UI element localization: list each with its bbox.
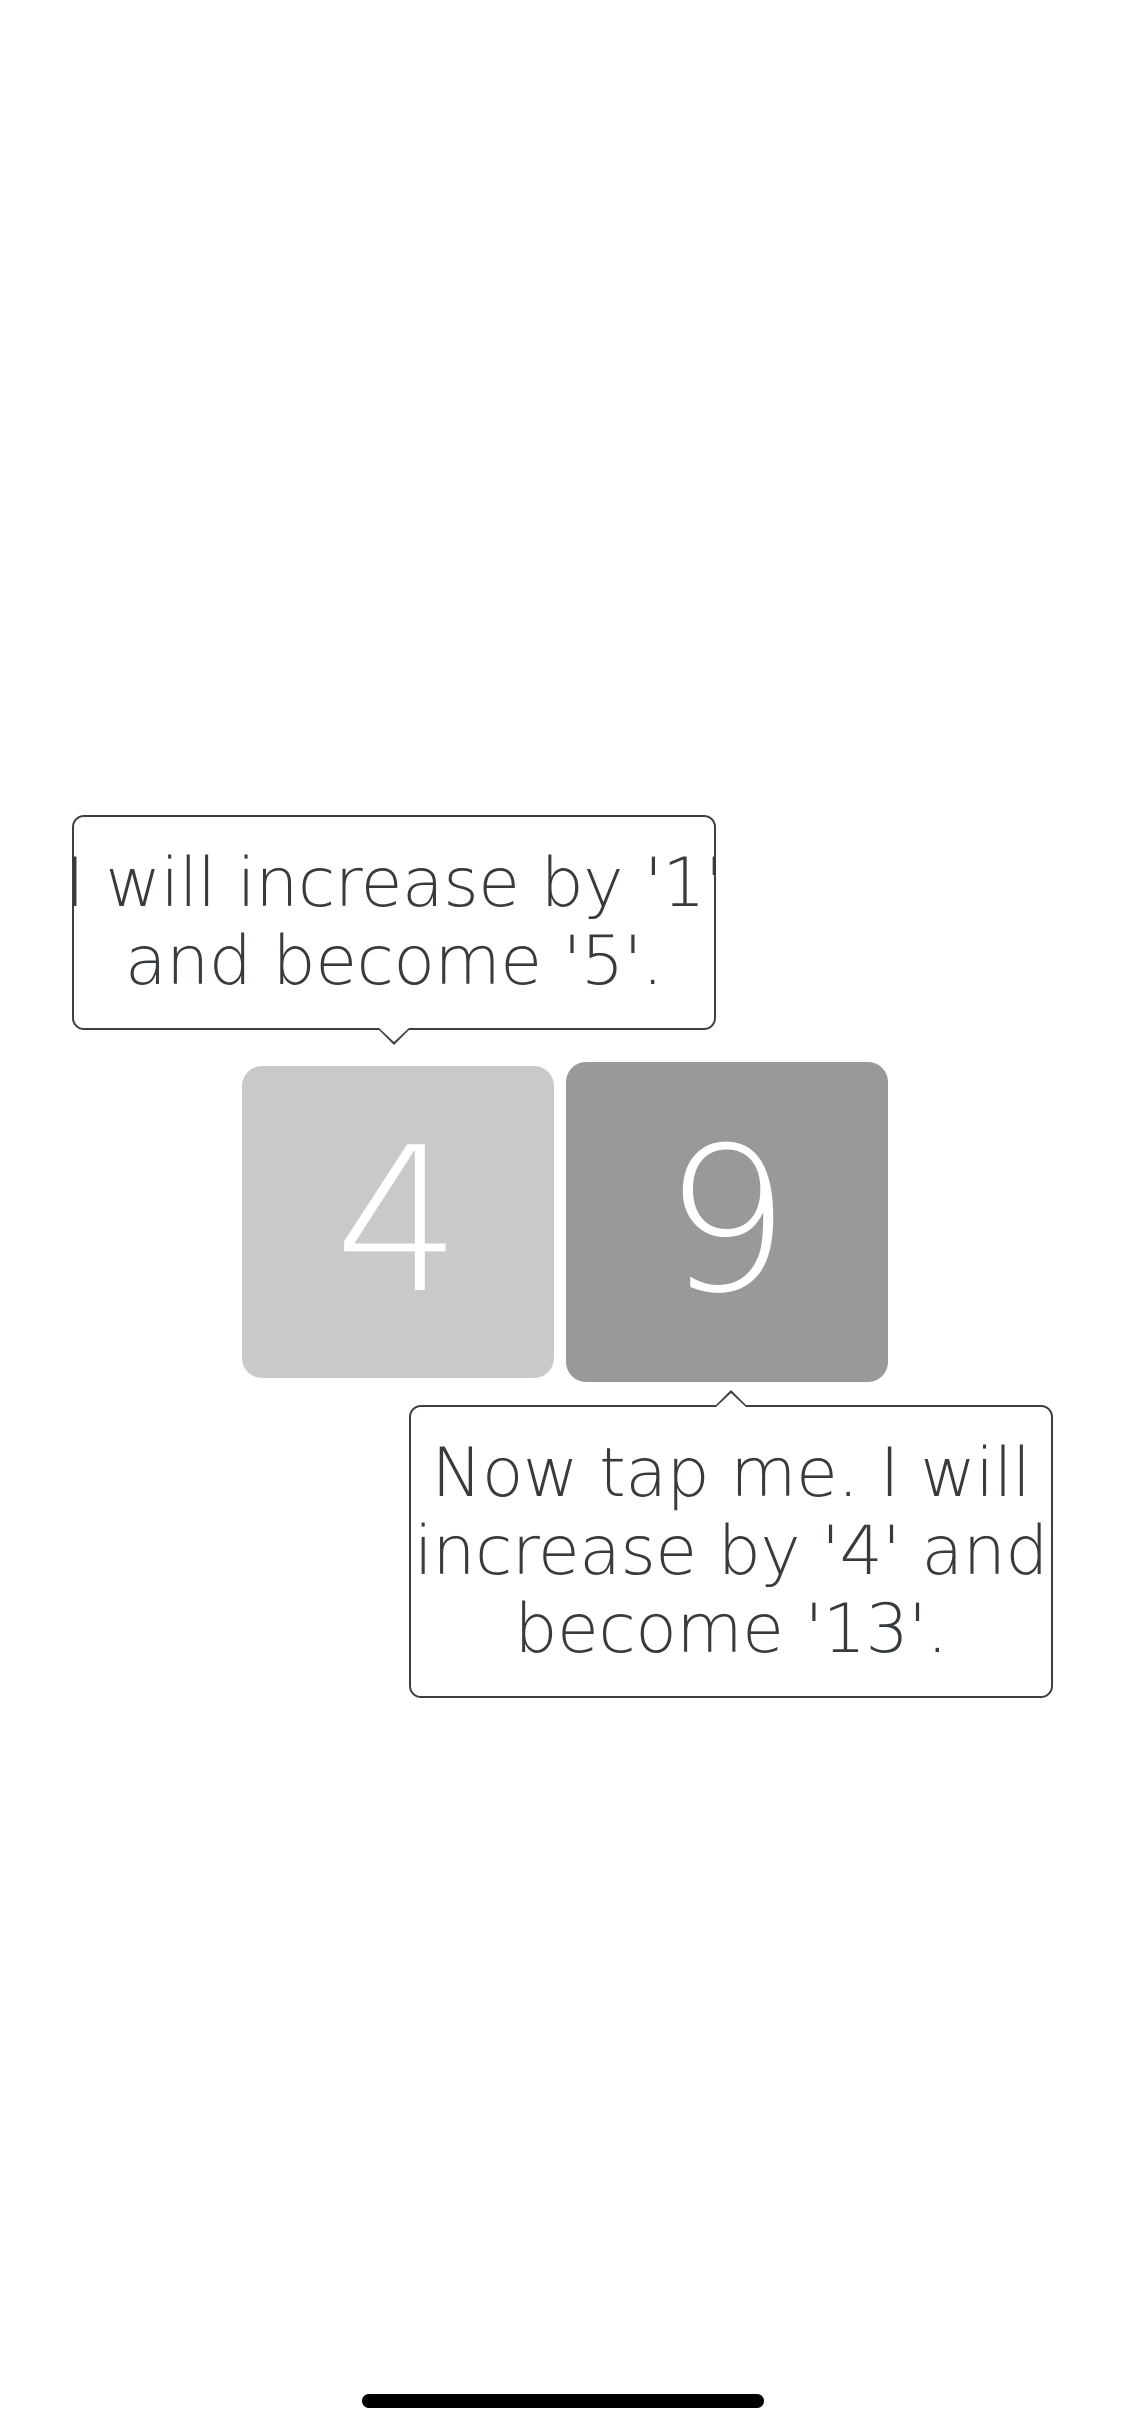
tooltip-first-tile: I will increase by '1' and become '5'. bbox=[65, 815, 724, 1030]
tooltip-second-tile: Now tap me. I will increase by '4' and b… bbox=[409, 1405, 1053, 1698]
tooltip-line: increase by '4' and bbox=[414, 1511, 1048, 1591]
tile-value: 4 bbox=[334, 1105, 462, 1338]
home-indicator[interactable] bbox=[362, 2394, 764, 2408]
tooltip-line: Now tap me. I will bbox=[431, 1433, 1031, 1513]
tooltip-line: become '13'. bbox=[514, 1589, 948, 1669]
tooltip-line: and become '5'. bbox=[125, 921, 664, 1001]
game-screen: I will increase by '1' and become '5'. 4… bbox=[0, 0, 1125, 2436]
tile-value: 9 bbox=[663, 1105, 791, 1338]
tooltip-line: I will increase by '1' bbox=[64, 843, 724, 923]
number-tile-9[interactable]: 9 bbox=[566, 1062, 888, 1382]
number-tile-4[interactable]: 4 bbox=[242, 1066, 554, 1378]
